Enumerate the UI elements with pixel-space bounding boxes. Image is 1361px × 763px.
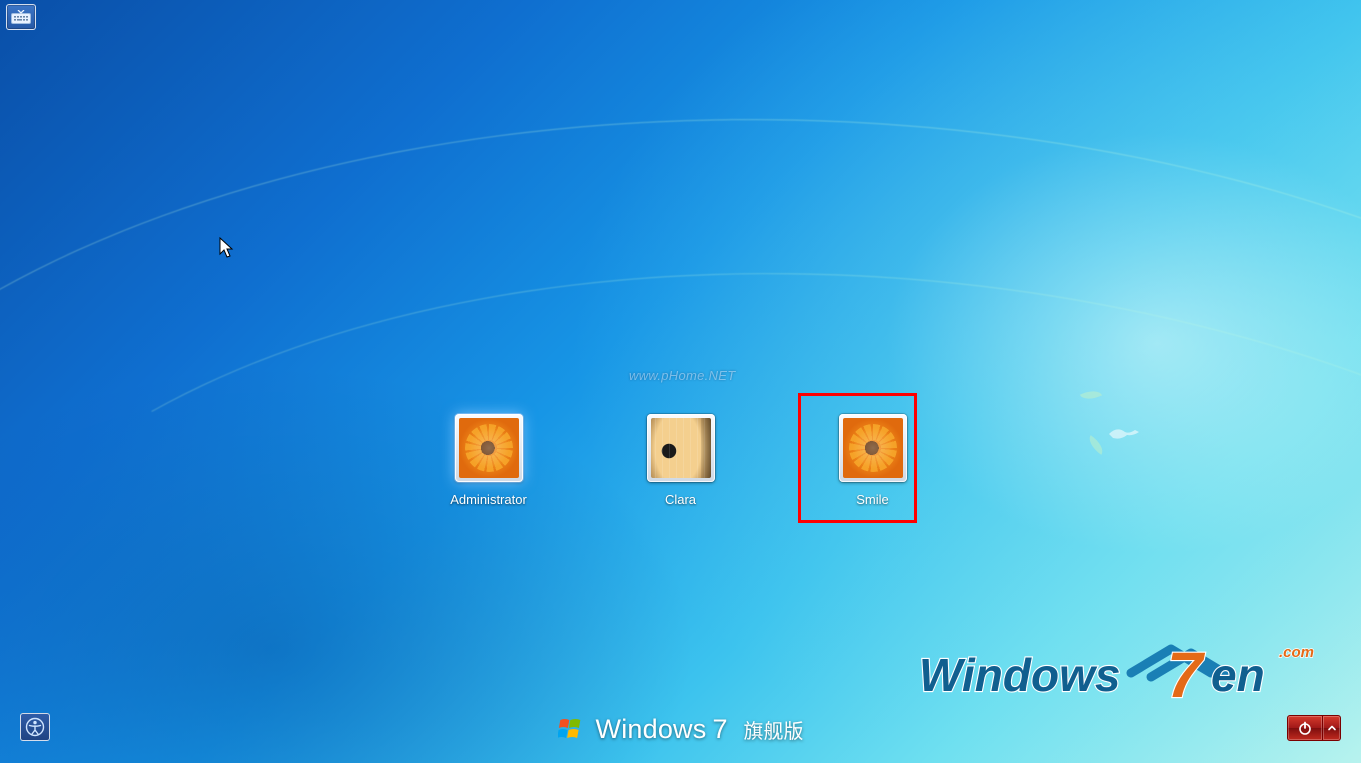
os-edition-label: 旗舰版 bbox=[743, 715, 803, 744]
windows-logo-icon bbox=[558, 716, 586, 744]
avatar-flower-icon bbox=[843, 418, 903, 478]
os-version-label: 7 bbox=[712, 714, 727, 745]
on-screen-keyboard-button[interactable] bbox=[6, 4, 36, 30]
power-icon bbox=[1297, 720, 1313, 736]
avatar-frame bbox=[647, 414, 715, 482]
user-account-administrator[interactable]: Administrator bbox=[449, 414, 529, 507]
ease-of-access-button[interactable] bbox=[20, 713, 50, 741]
shutdown-options-button[interactable] bbox=[1323, 715, 1341, 741]
avatar-frame bbox=[455, 414, 523, 482]
user-name-label: Smile bbox=[856, 492, 889, 507]
chevron-up-icon bbox=[1327, 723, 1337, 733]
power-controls bbox=[1287, 715, 1341, 741]
user-name-label: Clara bbox=[665, 492, 696, 507]
user-accounts-row: Administrator Clara Smile bbox=[0, 414, 1361, 507]
avatar-frame bbox=[839, 414, 907, 482]
avatar-flower-icon bbox=[459, 418, 519, 478]
os-branding: Windows 7 旗舰版 bbox=[558, 714, 804, 745]
user-account-clara[interactable]: Clara bbox=[641, 414, 721, 507]
user-name-label: Administrator bbox=[450, 492, 527, 507]
shutdown-button[interactable] bbox=[1287, 715, 1323, 741]
os-name-label: Windows bbox=[596, 714, 707, 745]
ease-of-access-icon bbox=[25, 717, 45, 737]
login-background bbox=[0, 0, 1361, 763]
avatar-guitar-icon bbox=[651, 418, 711, 478]
user-account-smile[interactable]: Smile bbox=[833, 414, 913, 507]
keyboard-icon bbox=[11, 10, 31, 24]
